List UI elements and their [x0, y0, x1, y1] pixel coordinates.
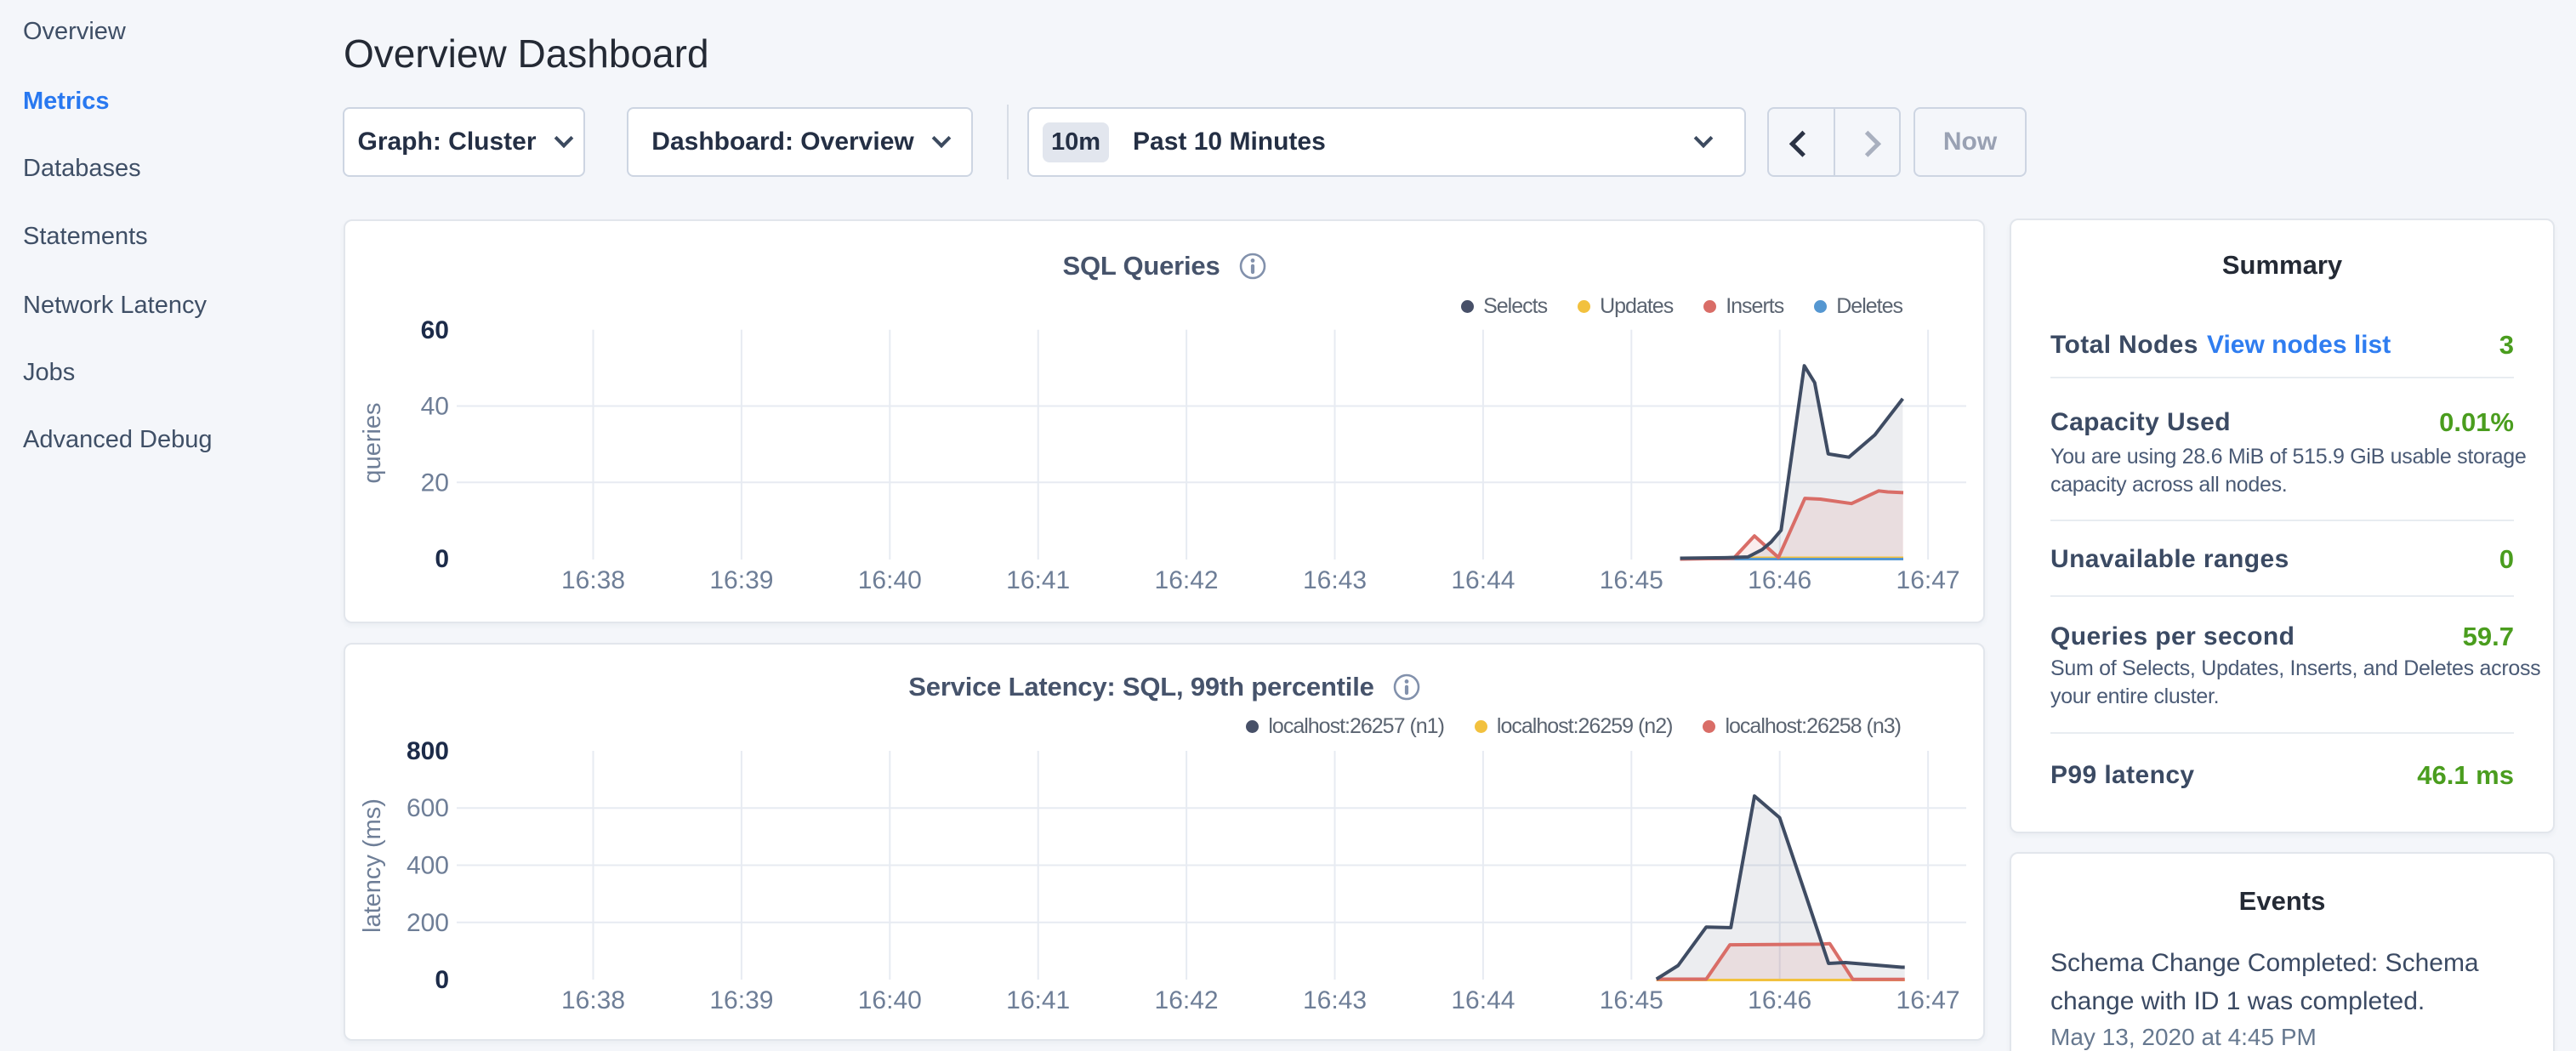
- svg-text:60: 60: [421, 316, 449, 344]
- svg-text:16:40: 16:40: [858, 986, 922, 1014]
- svg-text:16:42: 16:42: [1155, 566, 1219, 594]
- svg-text:0: 0: [435, 966, 449, 994]
- svg-text:latency (ms): latency (ms): [359, 798, 386, 933]
- svg-text:16:44: 16:44: [1451, 566, 1515, 594]
- svg-text:16:43: 16:43: [1303, 986, 1367, 1014]
- svg-text:16:46: 16:46: [1748, 986, 1811, 1014]
- svg-text:600: 600: [407, 794, 449, 822]
- svg-text:16:38: 16:38: [561, 566, 625, 594]
- svg-text:16:45: 16:45: [1600, 986, 1663, 1014]
- svg-text:400: 400: [407, 852, 449, 880]
- svg-text:16:47: 16:47: [1896, 986, 1960, 1014]
- svg-text:16:39: 16:39: [709, 566, 773, 594]
- svg-text:16:41: 16:41: [1006, 566, 1070, 594]
- svg-text:16:40: 16:40: [858, 566, 922, 594]
- svg-text:16:38: 16:38: [561, 986, 625, 1014]
- svg-text:16:42: 16:42: [1155, 986, 1219, 1014]
- svg-text:queries: queries: [359, 402, 386, 483]
- svg-text:200: 200: [407, 909, 449, 937]
- svg-text:16:47: 16:47: [1896, 566, 1960, 594]
- svg-text:16:45: 16:45: [1600, 566, 1663, 594]
- svg-text:16:43: 16:43: [1303, 566, 1367, 594]
- svg-text:800: 800: [407, 737, 449, 765]
- svg-text:20: 20: [421, 469, 449, 497]
- svg-text:40: 40: [421, 393, 449, 421]
- svg-text:0: 0: [435, 545, 449, 573]
- svg-text:16:41: 16:41: [1006, 986, 1070, 1014]
- svg-text:16:46: 16:46: [1748, 566, 1811, 594]
- svg-text:16:44: 16:44: [1451, 986, 1515, 1014]
- svg-text:16:39: 16:39: [709, 986, 773, 1014]
